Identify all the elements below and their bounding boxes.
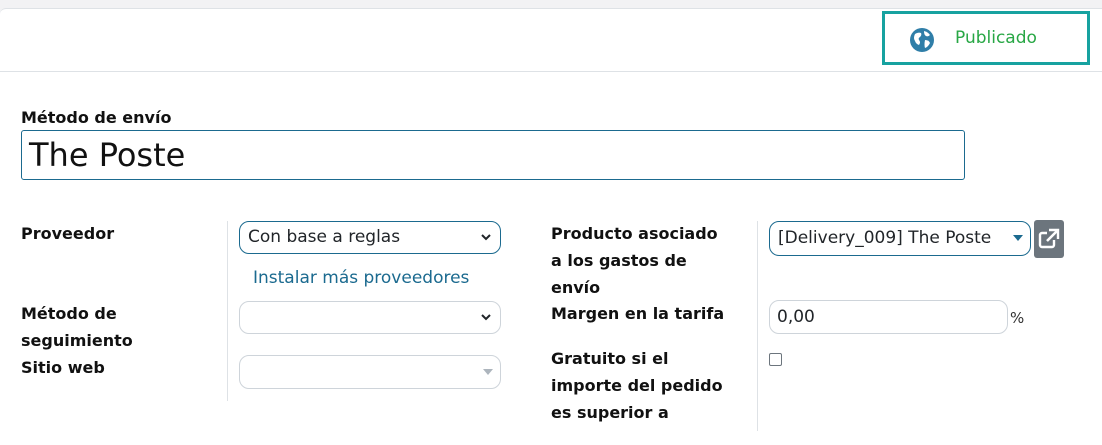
tracking-select[interactable] [239, 301, 501, 334]
provider-label: Proveedor [21, 224, 115, 243]
website-label: Sitio web [21, 358, 105, 377]
name-label: Método de envío [21, 108, 172, 127]
open-product-button[interactable] [1034, 220, 1064, 258]
provider-select-value: Con base a reglas [248, 227, 401, 247]
product-label-1: Producto asociado [551, 224, 718, 243]
margin-unit: % [1010, 309, 1025, 327]
product-select-value: [Delivery_009] The Poste [778, 228, 992, 248]
name-input[interactable]: The Poste [21, 130, 965, 180]
form-sheet: Publicado Método de envío The Poste Prov… [0, 8, 1102, 445]
website-select[interactable] [239, 355, 501, 389]
free-label-3: es superior a [551, 403, 669, 422]
margin-label: Margen en la tarifa [551, 304, 725, 323]
caret-down-icon [483, 369, 493, 375]
product-label-3: envío [551, 278, 601, 297]
free-over-checkbox[interactable] [769, 353, 782, 366]
product-label-2: a los gastos de [551, 251, 687, 270]
right-separator [757, 221, 758, 431]
tracking-label-1: Método de [21, 304, 117, 323]
left-separator [227, 221, 228, 401]
free-label-1: Gratuito si el [551, 349, 669, 368]
chevron-down-icon [481, 314, 491, 321]
external-link-icon [1038, 228, 1060, 249]
publish-button[interactable]: Publicado [882, 11, 1090, 65]
tracking-label-2: seguimiento [21, 331, 133, 350]
margin-input[interactable]: 0,00 [769, 300, 1008, 334]
install-providers-link[interactable]: Instalar más proveedores [253, 268, 469, 288]
chevron-down-icon [481, 234, 491, 241]
free-label-2: importe del pedido [551, 376, 723, 395]
globe-icon [910, 28, 934, 52]
publish-status-label: Publicado [955, 28, 1037, 48]
caret-down-icon [1013, 235, 1023, 241]
button-box: Publicado [0, 9, 1102, 72]
provider-select[interactable]: Con base a reglas [239, 221, 501, 254]
product-select[interactable]: [Delivery_009] The Poste [769, 221, 1031, 256]
